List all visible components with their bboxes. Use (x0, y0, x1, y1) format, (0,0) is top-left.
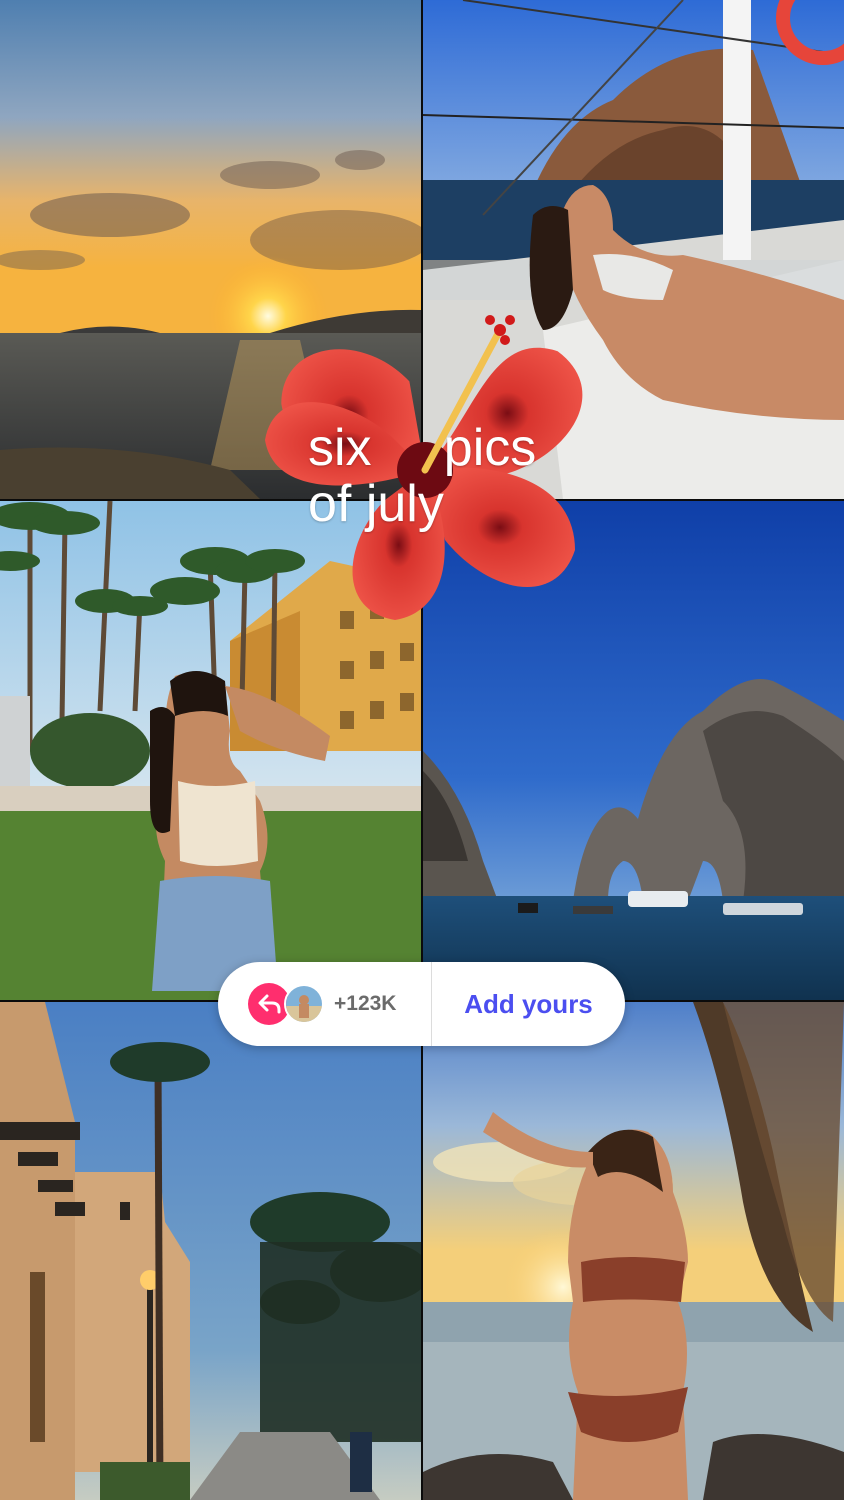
participant-avatar (284, 984, 324, 1024)
add-yours-button[interactable]: Add yours (432, 989, 625, 1020)
participant-count: +123K (334, 992, 397, 1015)
participants-group[interactable]: +123K (218, 962, 432, 1046)
story-title: six pics of july (308, 420, 536, 532)
photo-evening-street (0, 1002, 421, 1500)
story-title-line2: of july (308, 475, 444, 533)
story-title-line1: six pics (308, 419, 537, 477)
photo-beach-sunset (423, 1002, 844, 1500)
add-yours-sticker[interactable]: +123K Add yours (218, 962, 625, 1046)
